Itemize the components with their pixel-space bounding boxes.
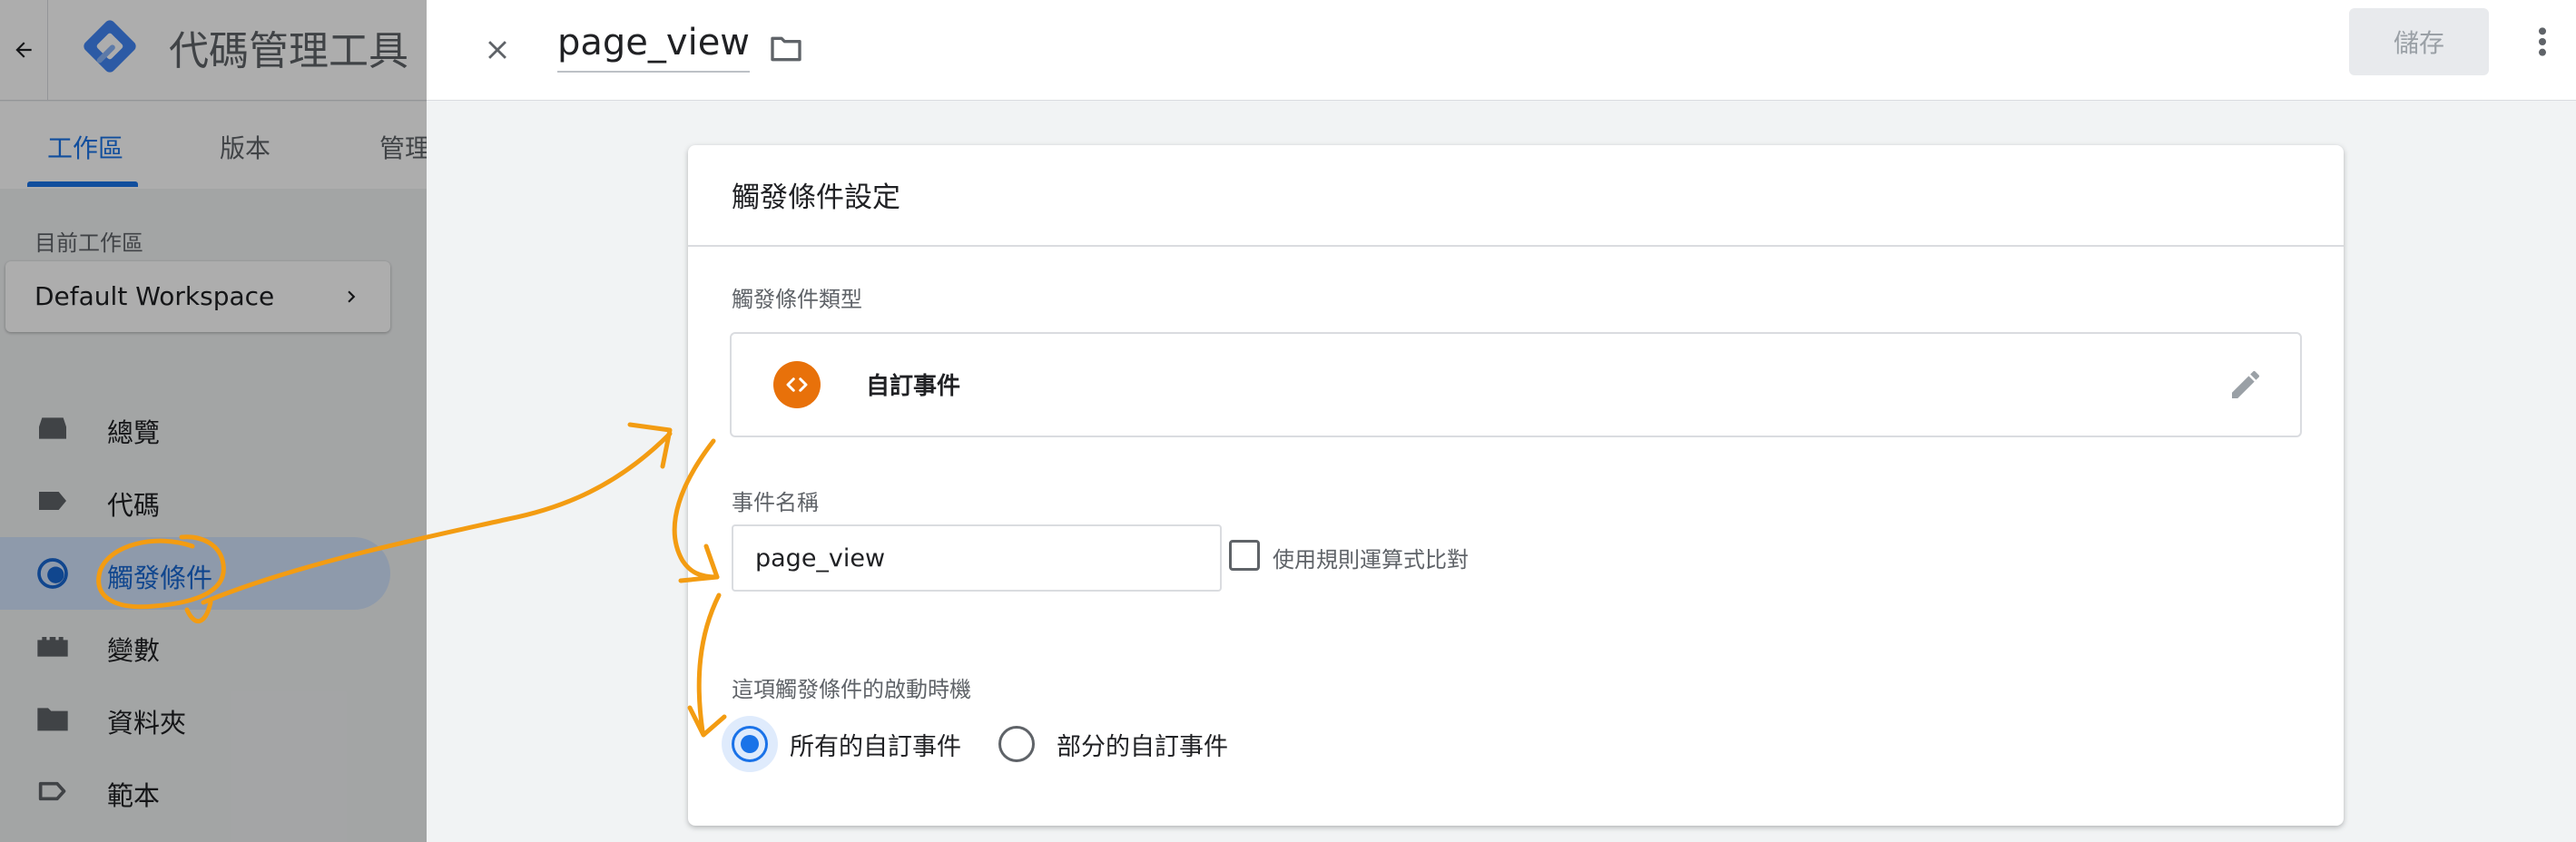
template-icon: [34, 773, 71, 809]
arrow-back-icon: [12, 38, 35, 62]
tab-admin[interactable]: 管理: [379, 129, 427, 165]
main-tabs: 工作區 版本 管理: [0, 102, 427, 189]
sidebar-item-label: 資料夾: [107, 708, 187, 739]
trigger-icon: [34, 555, 71, 592]
regex-checkbox[interactable]: [1229, 540, 1260, 571]
overview-icon: [34, 410, 71, 446]
trigger-name-field[interactable]: page_view: [557, 22, 751, 73]
tab-versions[interactable]: 版本: [220, 129, 270, 165]
tag-icon: [34, 483, 71, 519]
folder-icon: [34, 700, 71, 737]
radio-all-label: 所有的自訂事件: [790, 733, 961, 761]
variable-icon: [34, 628, 71, 664]
more-options-button[interactable]: [2520, 16, 2565, 67]
sidebar-item-templates[interactable]: 範本: [0, 755, 390, 827]
divider: [688, 245, 2344, 247]
tab-workspace[interactable]: 工作區: [47, 129, 123, 165]
close-icon: [482, 34, 513, 65]
trigger-config-card: 觸發條件設定 觸發條件類型 自訂事件 事件名稱 使用規則運算式比對 這項觸發條件…: [688, 145, 2344, 826]
folder-button[interactable]: [761, 24, 811, 74]
sidebar-item-label: 觸發條件: [107, 563, 213, 593]
trigger-type-selector[interactable]: 自訂事件: [730, 332, 2302, 437]
sidebar-item-variables[interactable]: 變數: [0, 610, 390, 682]
event-name-input[interactable]: [732, 524, 1222, 592]
folder-outline-icon: [768, 31, 804, 67]
sidebar-item-folders[interactable]: 資料夾: [0, 682, 390, 755]
sidebar-item-overview[interactable]: 總覽: [0, 392, 390, 465]
fire-on-label: 這項觸發條件的啟動時機: [732, 677, 971, 702]
sidebar-item-triggers[interactable]: 觸發條件: [0, 537, 390, 610]
current-workspace-label: 目前工作區: [34, 230, 143, 256]
trigger-editor-panel: page_view 儲存 觸發條件設定 觸發條件類型 自訂事件 事件名稱 pag…: [427, 0, 2576, 842]
app-side-panel: 代碼管理工具 工作區 版本 管理 目前工作區 Default Workspace…: [0, 0, 427, 842]
back-button[interactable]: [0, 0, 48, 100]
workspace-selector[interactable]: Default Workspace: [5, 261, 390, 332]
close-button[interactable]: [472, 24, 523, 75]
radio-selected-dot: [741, 735, 759, 753]
sidebar-item-label: 總覽: [107, 417, 161, 448]
gtm-logo-icon: [80, 16, 140, 76]
code-icon: [773, 361, 821, 408]
card-title: 觸發條件設定: [732, 181, 900, 214]
regex-checkbox-label: 使用規則運算式比對: [1273, 547, 1469, 573]
app-header: 代碼管理工具: [0, 0, 427, 101]
pencil-icon[interactable]: [2227, 367, 2264, 403]
sidebar-item-tags[interactable]: 代碼: [0, 465, 390, 537]
sidebar-item-label: 變數: [107, 635, 161, 666]
sidebar-item-label: 範本: [107, 780, 161, 811]
active-tab-indicator: [27, 181, 138, 187]
event-name-label: 事件名稱: [732, 490, 819, 515]
app-title: 代碼管理工具: [169, 28, 408, 74]
workspace-name: Default Workspace: [34, 281, 275, 311]
radio-all-custom-events[interactable]: [722, 716, 778, 772]
more-vert-icon: [2529, 24, 2556, 60]
radio-some-custom-events[interactable]: [998, 726, 1035, 762]
save-button[interactable]: 儲存: [2349, 8, 2489, 75]
trigger-type-name: 自訂事件: [866, 373, 961, 400]
radio-some-label: 部分的自訂事件: [1057, 733, 1228, 761]
chevron-right-icon: [339, 285, 363, 308]
sidebar-item-label: 代碼: [107, 490, 161, 521]
editor-header: page_view 儲存: [427, 0, 2576, 101]
trigger-type-label: 觸發條件類型: [732, 287, 862, 312]
